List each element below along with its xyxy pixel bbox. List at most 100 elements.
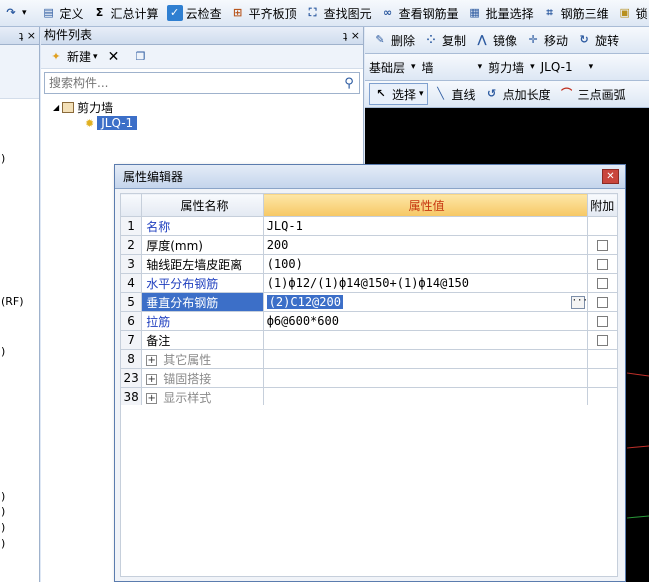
table-row[interactable]: 3 轴线距左墙皮距离 (100)	[119, 254, 619, 274]
component-search-input[interactable]	[45, 76, 339, 90]
sum-calc-button[interactable]: Σ 汇总计算	[89, 2, 162, 24]
left-panel-pin-close[interactable]: ʇ ×	[19, 27, 36, 44]
edit-toolbar: ✎ 删除 ⁘ 复制 ⋀ 镜像 ✛ 移动 ↻ 旋转	[365, 27, 649, 54]
table-row[interactable]: 1 名称 JLQ-1	[119, 216, 619, 236]
delete-button[interactable]: ✎ 删除	[369, 29, 418, 51]
find-element-button[interactable]: ⛶ 查找图元	[302, 2, 375, 24]
left-panel-header: ʇ ×	[0, 27, 39, 45]
floor-dropdown[interactable]: 基础层 ▾	[369, 59, 416, 76]
cursor-icon: ↖	[376, 87, 386, 100]
cloud-check-button[interactable]: ✓ 云检查	[164, 2, 225, 24]
new-component-button[interactable]: ✦ 新建 ▾	[45, 46, 101, 68]
extra-checkbox[interactable]	[596, 259, 608, 270]
table-row-selected[interactable]: 5 垂直分布钢筋 (2)C12@200 ···	[119, 292, 619, 312]
property-value[interactable]: JLQ-1	[262, 216, 588, 236]
undo-button[interactable]: ↷ ▾	[0, 2, 30, 24]
expand-plus-icon[interactable]: +	[146, 392, 158, 404]
three-point-arc-button[interactable]: ⌒ 三点画弧	[556, 83, 629, 105]
point-length-button[interactable]: ↺ 点加长度	[481, 83, 554, 105]
copy-button[interactable]: ⁘ 复制	[420, 29, 469, 51]
property-value	[262, 349, 588, 369]
ellipsis-icon[interactable]: ···	[570, 295, 586, 309]
extra-checkbox[interactable]	[596, 240, 608, 251]
arc-icon: ⌒	[561, 87, 573, 100]
property-value[interactable]: ф6@600*600	[262, 311, 588, 331]
extra-cell	[586, 235, 619, 255]
select-label: 选择	[392, 87, 417, 102]
component-list-title: 构件列表	[44, 28, 93, 42]
component-gear-icon: ✹	[85, 116, 95, 130]
property-value-editing[interactable]: (2)C12@200 ···	[262, 292, 588, 312]
dialog-titlebar[interactable]: 属性编辑器 ✕	[115, 165, 625, 189]
tree-node-label-selected: JLQ-1	[97, 116, 138, 130]
chevron-down-icon: ▾	[530, 62, 535, 72]
table-row-group[interactable]: 38 + 显示样式	[119, 387, 619, 407]
row-number: 5	[119, 292, 143, 312]
main-toolbar: ↷ ▾ ▤ 定义 Σ 汇总计算 ✓ 云检查 ⊞ 平齐板顶 ⛶ 查找图元 ∞ 查看钢筋量 ▦ 批量…	[0, 0, 649, 27]
tree-node-jlq1[interactable]: ✹ JLQ-1	[85, 115, 138, 131]
move-button[interactable]: ✛ 移动	[522, 29, 571, 51]
extra-cell	[586, 311, 619, 331]
expand-plus-icon[interactable]: +	[146, 373, 158, 385]
extra-checkbox[interactable]	[596, 297, 608, 308]
property-value[interactable]: 200	[262, 235, 588, 255]
select-button[interactable]: ↖ 选择 ▾	[369, 83, 428, 105]
delete-label: 删除	[391, 33, 416, 48]
table-row[interactable]: 7 备注	[119, 330, 619, 350]
cloud-check-icon: ✓	[166, 5, 183, 21]
table-row[interactable]: 6 拉筋 ф6@600*600	[119, 311, 619, 331]
line-button[interactable]: ╲ 直线	[430, 83, 479, 105]
extra-checkbox[interactable]	[596, 278, 608, 289]
group-name-cell: + 其它属性	[141, 349, 264, 369]
extra-checkbox[interactable]	[596, 316, 608, 327]
table-row-group[interactable]: 8 + 其它属性	[119, 349, 619, 369]
group-name: 其它属性	[163, 352, 212, 367]
lock-button[interactable]: ▣ 锁	[614, 2, 649, 24]
header-index	[119, 193, 143, 217]
rebar-3d-button[interactable]: ⌗ 钢筋三维	[539, 2, 612, 24]
rotate-button[interactable]: ↻ 旋转	[573, 29, 622, 51]
property-value[interactable]: (1)ф12/(1)ф14@150+(1)ф14@150	[262, 273, 588, 293]
category-dropdown[interactable]: 墙 ▾	[422, 59, 483, 76]
table-row[interactable]: 2 厚度(mm) 200	[119, 235, 619, 255]
define-button[interactable]: ▤ 定义	[38, 2, 87, 24]
expand-plus-icon[interactable]: +	[146, 354, 158, 366]
table-row[interactable]: 4 水平分布钢筋 (1)ф12/(1)ф14@150+(1)ф14@150	[119, 273, 619, 293]
mirror-button[interactable]: ⋀ 镜像	[471, 29, 520, 51]
align-slab-button[interactable]: ⊞ 平齐板顶	[227, 2, 300, 24]
move-label: 移动	[544, 33, 569, 48]
property-value-input[interactable]: (2)C12@200	[266, 295, 343, 309]
type-dropdown[interactable]: 剪力墙 ▾	[488, 59, 535, 76]
property-value[interactable]	[262, 330, 588, 350]
move-icon: ✛	[528, 33, 538, 46]
search-icon[interactable]: ⚲	[339, 76, 359, 91]
header-value[interactable]: 属性值	[262, 193, 588, 217]
table-row-group[interactable]: 23 + 锚固搭接	[119, 368, 619, 388]
extra-cell	[586, 254, 619, 274]
row-number: 1	[119, 216, 143, 236]
batch-select-button[interactable]: ▦ 批量选择	[464, 2, 537, 24]
tree-expand-icon[interactable]: ◢	[53, 103, 59, 112]
header-extra[interactable]: 附加	[586, 193, 619, 217]
define-label: 定义	[59, 6, 84, 21]
left-row-mark: )	[1, 537, 6, 550]
edit-cell: (2)C12@200 ···	[266, 295, 586, 309]
property-value[interactable]: (100)	[262, 254, 588, 274]
row-number: 4	[119, 273, 143, 293]
mirror-label: 镜像	[493, 33, 518, 48]
delete-component-button[interactable]: ✕	[103, 46, 128, 68]
close-icon[interactable]: ✕	[602, 169, 619, 184]
extra-checkbox[interactable]	[596, 335, 608, 346]
canvas-line	[626, 372, 649, 377]
dialog-empty-area	[120, 405, 618, 577]
grid-header-row: 属性名称 属性值 附加	[119, 193, 619, 217]
component-list-pin-close[interactable]: ʇ ×	[343, 27, 360, 44]
left-row-mark: )	[1, 505, 6, 518]
property-name: 备注	[141, 330, 264, 350]
component-search: ⚲	[44, 72, 360, 94]
header-name[interactable]: 属性名称	[141, 193, 264, 217]
view-rebar-button[interactable]: ∞ 查看钢筋量	[377, 2, 462, 24]
component-dropdown[interactable]: JLQ-1 ▾	[541, 60, 594, 74]
tree-node-shear-wall[interactable]: ◢ 剪力墙	[53, 99, 113, 115]
copy-component-button[interactable]: ❐	[130, 46, 155, 68]
